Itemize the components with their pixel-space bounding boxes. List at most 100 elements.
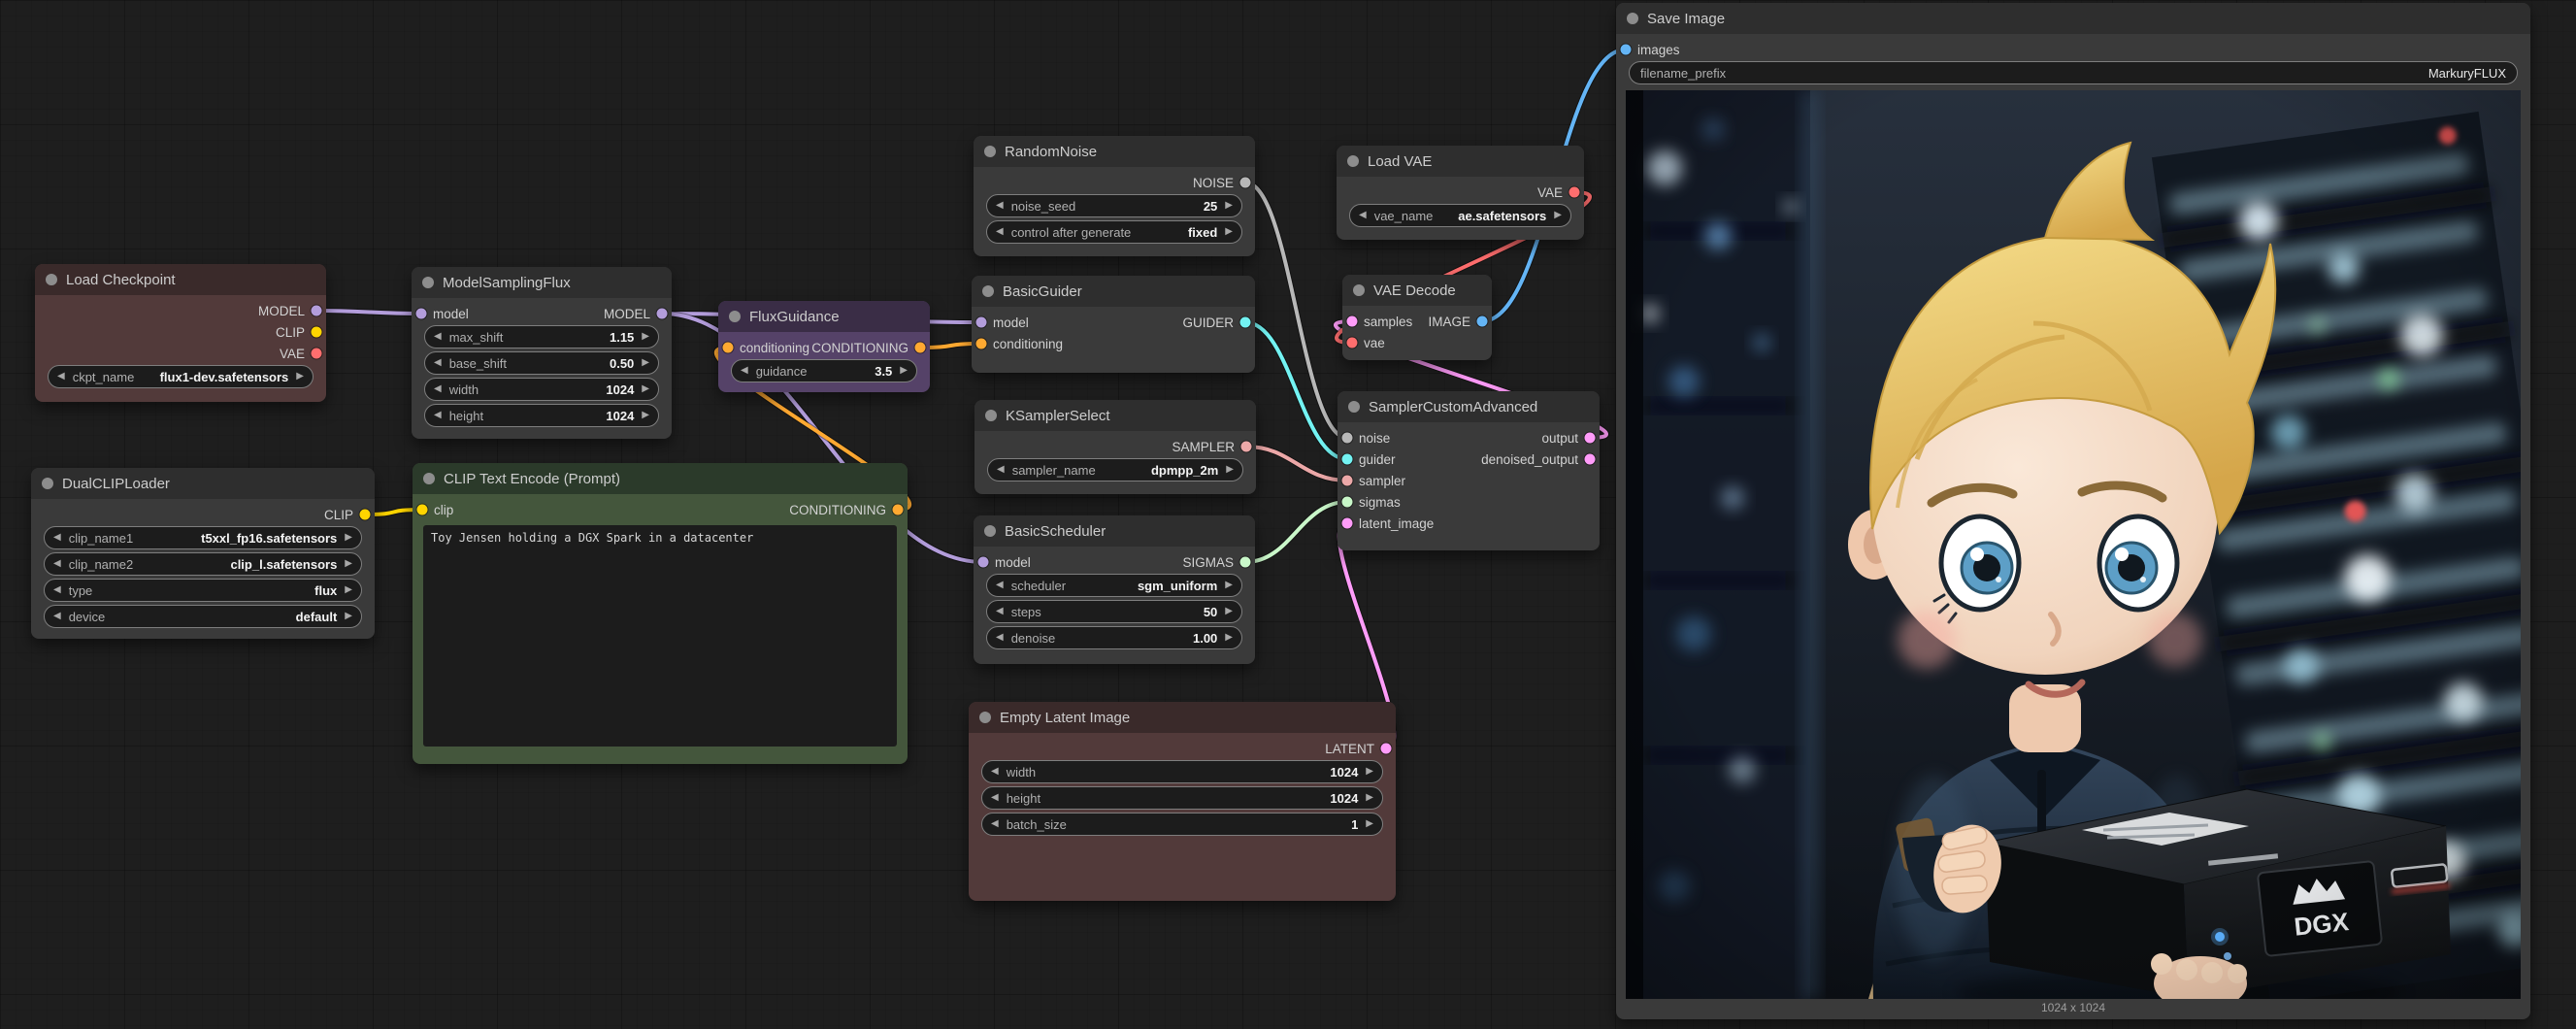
scheduler-widget[interactable]: ◀schedulersgm_uniform▶ [986,574,1242,597]
steps-widget[interactable]: ◀steps50▶ [986,600,1242,623]
IMAGE-output-port[interactable] [1477,316,1488,327]
collapse-dot[interactable] [1347,155,1359,167]
sigmas-input-port[interactable] [1342,497,1353,508]
node-model-sampling-flux[interactable]: ModelSamplingFluxmodelMODEL◀max_shift1.1… [412,267,672,439]
sampler-input-port[interactable] [1342,476,1353,486]
decrement-arrow-icon[interactable]: ◀ [53,612,61,621]
latent_image-input-port[interactable] [1342,518,1353,529]
collapse-dot[interactable] [1627,13,1638,24]
ckpt_name-widget[interactable]: ◀ckpt_nameflux1-dev.safetensors▶ [48,365,314,388]
collapse-dot[interactable] [422,277,434,288]
collapse-dot[interactable] [46,274,57,285]
collapse-dot[interactable] [985,410,997,421]
denoised_output-output-port[interactable] [1585,454,1596,465]
node-sampler-custom-advanced[interactable]: SamplerCustomAdvancednoiseoutputguiderde… [1338,391,1600,550]
increment-arrow-icon[interactable]: ▶ [1225,201,1233,211]
increment-arrow-icon[interactable]: ▶ [1366,819,1373,829]
height-widget[interactable]: ◀height1024▶ [981,786,1383,810]
clip_name2-widget[interactable]: ◀clip_name2clip_l.safetensors▶ [44,552,362,576]
noise-input-port[interactable] [1342,433,1353,444]
CONDITIONING-output-port[interactable] [915,343,926,353]
sampler_name-widget[interactable]: ◀sampler_namedpmpp_2m▶ [987,458,1243,481]
collapse-dot[interactable] [42,478,53,489]
node-header[interactable]: CLIP Text Encode (Prompt) [413,463,908,494]
decrement-arrow-icon[interactable]: ◀ [741,366,748,376]
node-header[interactable]: KSamplerSelect [974,400,1256,431]
increment-arrow-icon[interactable]: ▶ [642,384,649,394]
SAMPLER-output-port[interactable] [1241,442,1252,452]
clip_name1-widget[interactable]: ◀clip_name1t5xxl_fp16.safetensors▶ [44,526,362,549]
increment-arrow-icon[interactable]: ▶ [1225,581,1233,590]
vae-input-port[interactable] [1347,338,1358,349]
samples-input-port[interactable] [1347,316,1358,327]
decrement-arrow-icon[interactable]: ◀ [53,585,61,595]
decrement-arrow-icon[interactable]: ◀ [996,227,1004,237]
prompt-textarea[interactable]: Toy Jensen holding a DGX Spark in a data… [423,525,897,747]
increment-arrow-icon[interactable]: ▶ [1366,793,1373,803]
increment-arrow-icon[interactable]: ▶ [642,332,649,342]
node-header[interactable]: BasicScheduler [974,515,1255,547]
node-ksampler-select[interactable]: KSamplerSelectSAMPLER◀sampler_namedpmpp_… [974,400,1256,494]
decrement-arrow-icon[interactable]: ◀ [434,358,442,368]
decrement-arrow-icon[interactable]: ◀ [991,767,999,777]
CLIP-output-port[interactable] [360,510,371,520]
node-header[interactable]: Load Checkpoint [35,264,326,295]
collapse-dot[interactable] [1348,401,1360,413]
base_shift-widget[interactable]: ◀base_shift0.50▶ [424,351,659,375]
vae_name-widget[interactable]: ◀vae_nameae.safetensors▶ [1349,204,1571,227]
collapse-dot[interactable] [979,712,991,723]
decrement-arrow-icon[interactable]: ◀ [53,533,61,543]
increment-arrow-icon[interactable]: ▶ [296,372,304,382]
increment-arrow-icon[interactable]: ▶ [345,533,352,543]
collapse-dot[interactable] [984,146,996,157]
node-header[interactable]: FluxGuidance [718,301,930,332]
model-input-port[interactable] [976,317,987,328]
increment-arrow-icon[interactable]: ▶ [642,411,649,420]
conditioning-input-port[interactable] [976,339,987,349]
increment-arrow-icon[interactable]: ▶ [345,585,352,595]
node-vae-decode[interactable]: VAE DecodesamplesIMAGEvae [1342,275,1492,360]
increment-arrow-icon[interactable]: ▶ [1554,211,1562,220]
denoise-widget[interactable]: ◀denoise1.00▶ [986,626,1242,649]
increment-arrow-icon[interactable]: ▶ [1366,767,1373,777]
CONDITIONING-output-port[interactable] [893,505,904,515]
node-empty-latent-image[interactable]: Empty Latent ImageLATENT◀width1024▶◀heig… [969,702,1396,901]
increment-arrow-icon[interactable]: ▶ [1226,465,1234,475]
node-basic-scheduler[interactable]: BasicSchedulermodelSIGMAS◀schedulersgm_u… [974,515,1255,664]
node-header[interactable]: Load VAE [1337,146,1584,177]
MODEL-output-port[interactable] [657,309,668,319]
width-widget[interactable]: ◀width1024▶ [424,378,659,401]
batch_size-widget[interactable]: ◀batch_size1▶ [981,813,1383,836]
decrement-arrow-icon[interactable]: ◀ [997,465,1005,475]
collapse-dot[interactable] [984,525,996,537]
MODEL-output-port[interactable] [312,306,322,316]
decrement-arrow-icon[interactable]: ◀ [996,581,1004,590]
node-header[interactable]: Empty Latent Image [969,702,1396,733]
collapse-dot[interactable] [729,311,741,322]
guidance-widget[interactable]: ◀guidance3.5▶ [731,359,917,382]
noise_seed-widget[interactable]: ◀noise_seed25▶ [986,194,1242,217]
node-dual-clip-loader[interactable]: DualCLIPLoaderCLIP◀clip_name1t5xxl_fp16.… [31,468,375,639]
VAE-output-port[interactable] [312,349,322,359]
collapse-dot[interactable] [982,285,994,297]
height-widget[interactable]: ◀height1024▶ [424,404,659,427]
NOISE-output-port[interactable] [1240,178,1251,188]
CLIP-output-port[interactable] [312,327,322,338]
node-random-noise[interactable]: RandomNoiseNOISE◀noise_seed25▶◀control a… [974,136,1255,256]
LATENT-output-port[interactable] [1381,744,1392,754]
decrement-arrow-icon[interactable]: ◀ [53,559,61,569]
node-save-image[interactable]: Save Imageimagesfilename_prefixMarkuryFL… [1616,3,2530,1019]
node-header[interactable]: VAE Decode [1342,275,1492,306]
decrement-arrow-icon[interactable]: ◀ [996,633,1004,643]
decrement-arrow-icon[interactable]: ◀ [434,411,442,420]
width-widget[interactable]: ◀width1024▶ [981,760,1383,783]
node-header[interactable]: ModelSamplingFlux [412,267,672,298]
decrement-arrow-icon[interactable]: ◀ [996,201,1004,211]
conditioning-input-port[interactable] [723,343,734,353]
decrement-arrow-icon[interactable]: ◀ [434,384,442,394]
device-widget[interactable]: ◀devicedefault▶ [44,605,362,628]
node-load-vae[interactable]: Load VAEVAE◀vae_nameae.safetensors▶ [1337,146,1584,240]
collapse-dot[interactable] [423,473,435,484]
GUIDER-output-port[interactable] [1240,317,1251,328]
increment-arrow-icon[interactable]: ▶ [1225,227,1233,237]
